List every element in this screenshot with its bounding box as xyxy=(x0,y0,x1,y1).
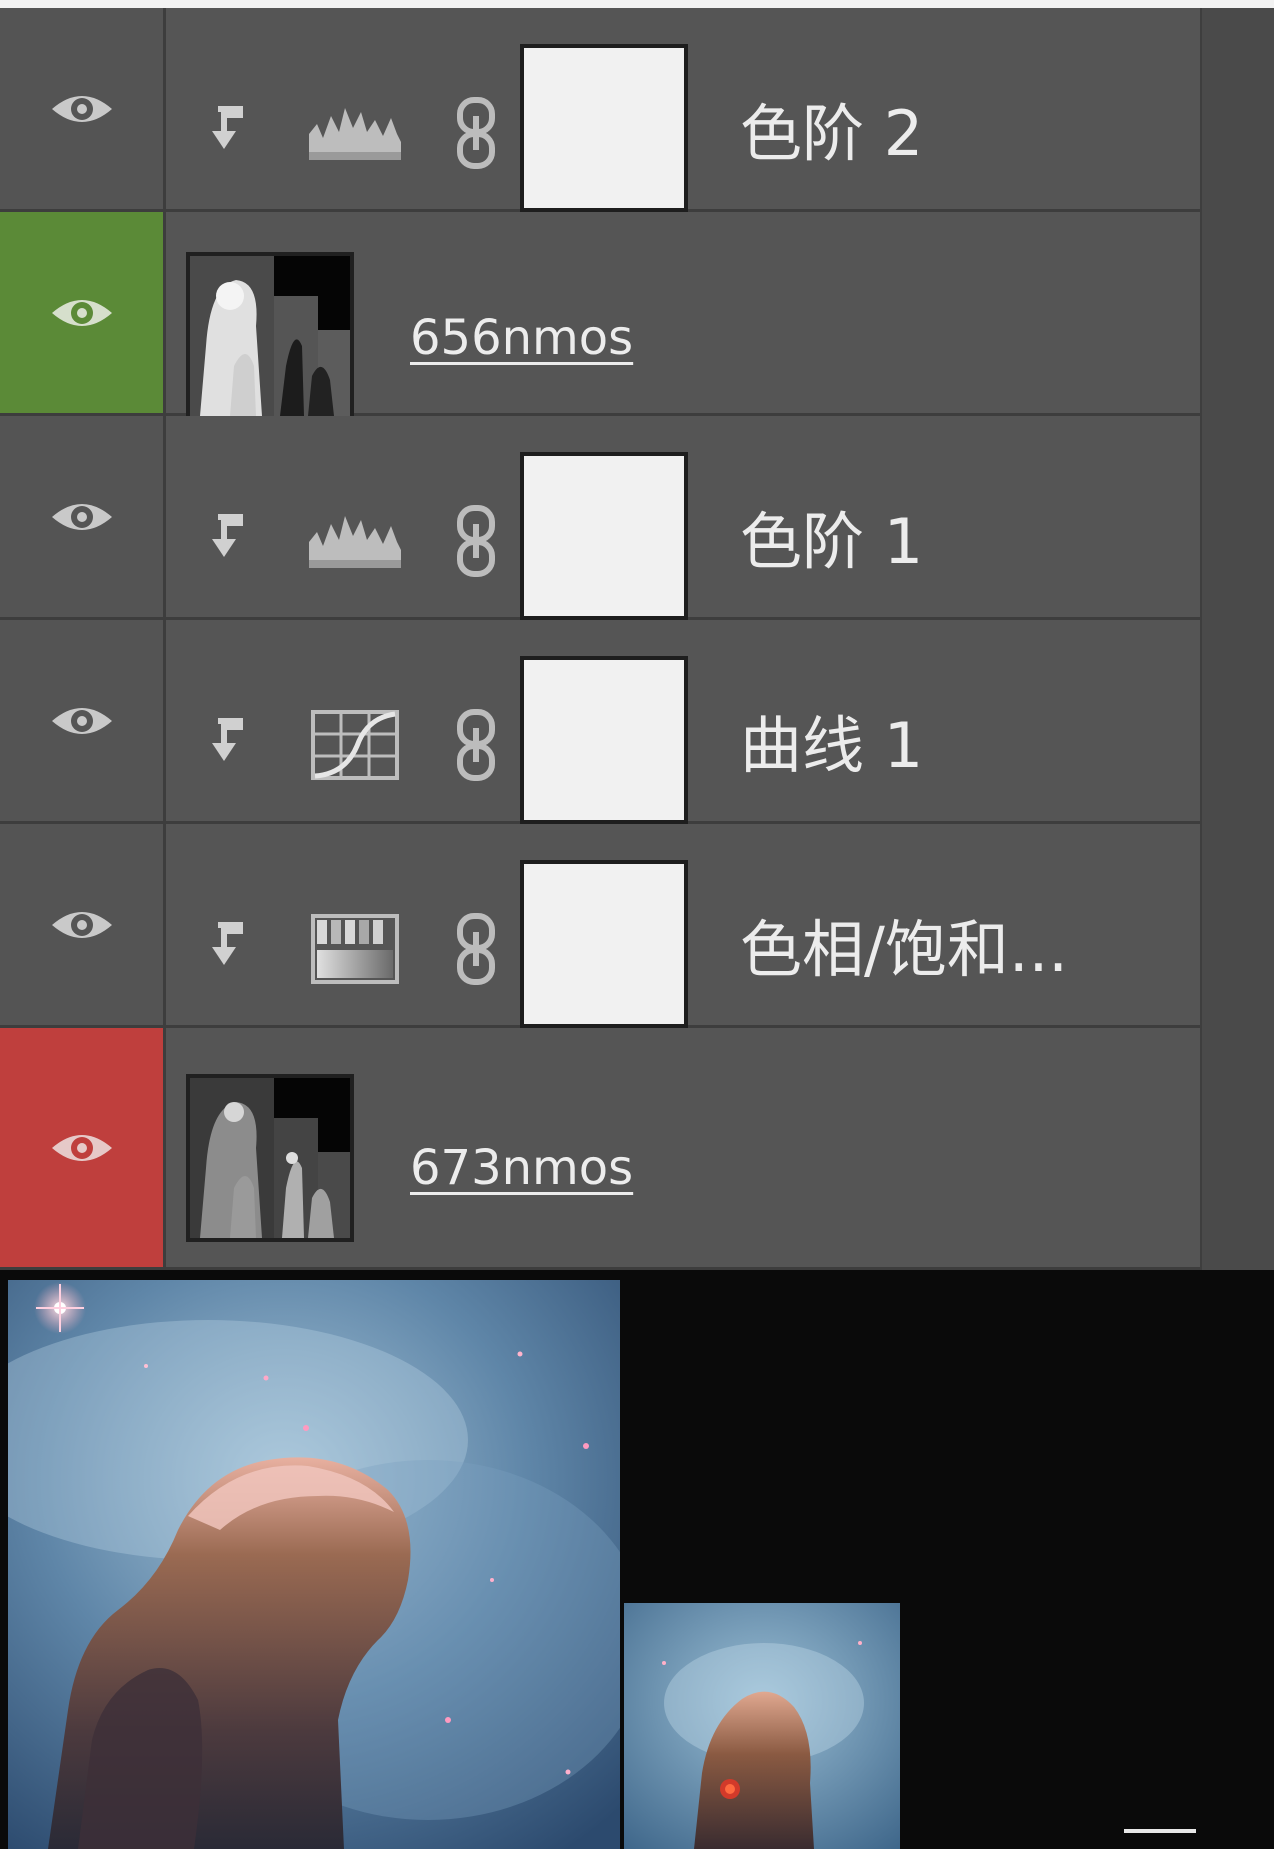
layer-name[interactable]: 656nmos xyxy=(410,308,633,368)
layer-mask-thumbnail[interactable] xyxy=(520,860,688,1028)
chain-link-icon[interactable] xyxy=(452,96,500,170)
layer-name[interactable]: 色相/饱和... xyxy=(740,912,1068,988)
visibility-toggle[interactable] xyxy=(0,212,166,413)
layer-mask-thumbnail[interactable] xyxy=(520,656,688,824)
layer-row-656nmos[interactable]: 656nmos xyxy=(0,212,1200,420)
clipping-arrow-icon xyxy=(210,513,250,561)
layer-row-hue-saturation[interactable]: 色相/饱和... xyxy=(0,824,1200,1028)
eye-icon[interactable] xyxy=(50,293,114,333)
eye-icon[interactable] xyxy=(50,905,114,945)
eye-icon[interactable] xyxy=(50,497,114,537)
chain-link-icon[interactable] xyxy=(452,708,500,782)
visibility-toggle[interactable] xyxy=(0,1028,166,1267)
layer-name[interactable]: 673nmos xyxy=(410,1138,633,1198)
nebula-image-small xyxy=(624,1603,900,1849)
visibility-toggle[interactable] xyxy=(0,824,166,1025)
eye-icon[interactable] xyxy=(50,89,114,129)
curves-icon xyxy=(305,710,405,780)
layer-row-levels-1[interactable]: 色阶 1 xyxy=(0,416,1200,620)
clipping-arrow-icon xyxy=(210,105,250,153)
nebula-image-large xyxy=(8,1280,620,1849)
visibility-toggle[interactable] xyxy=(0,620,166,821)
chain-link-icon[interactable] xyxy=(452,912,500,986)
layer-name[interactable]: 色阶 1 xyxy=(740,504,923,580)
chain-link-icon[interactable] xyxy=(452,504,500,578)
layer-thumbnail[interactable] xyxy=(186,1074,354,1242)
layer-row-curves-1[interactable]: 曲线 1 xyxy=(0,620,1200,824)
layer-mask-thumbnail[interactable] xyxy=(520,452,688,620)
layer-thumbnail[interactable] xyxy=(186,252,354,420)
visibility-toggle[interactable] xyxy=(0,8,166,209)
document-canvas[interactable] xyxy=(0,1270,1274,1849)
layer-name[interactable]: 曲线 1 xyxy=(740,708,923,784)
layers-panel: 色阶 2 656nmos 色阶 1 曲线 1 色相/饱和... 673nmos xyxy=(0,0,1274,1270)
panel-scrollbar-track[interactable] xyxy=(1200,8,1274,1270)
panel-top-edge xyxy=(0,0,1274,8)
canvas-guide-marker xyxy=(1124,1829,1196,1833)
visibility-toggle[interactable] xyxy=(0,416,166,617)
clipping-arrow-icon xyxy=(210,717,250,765)
layer-row-673nmos[interactable]: 673nmos xyxy=(0,1028,1200,1270)
layer-mask-thumbnail[interactable] xyxy=(520,44,688,212)
clipping-arrow-icon xyxy=(210,921,250,969)
eye-icon[interactable] xyxy=(50,1128,114,1168)
layer-row-levels-2[interactable]: 色阶 2 xyxy=(0,8,1200,212)
layer-name[interactable]: 色阶 2 xyxy=(740,96,923,172)
hue-saturation-icon xyxy=(305,914,405,984)
levels-icon xyxy=(305,506,405,572)
eye-icon[interactable] xyxy=(50,701,114,741)
levels-icon xyxy=(305,98,405,164)
